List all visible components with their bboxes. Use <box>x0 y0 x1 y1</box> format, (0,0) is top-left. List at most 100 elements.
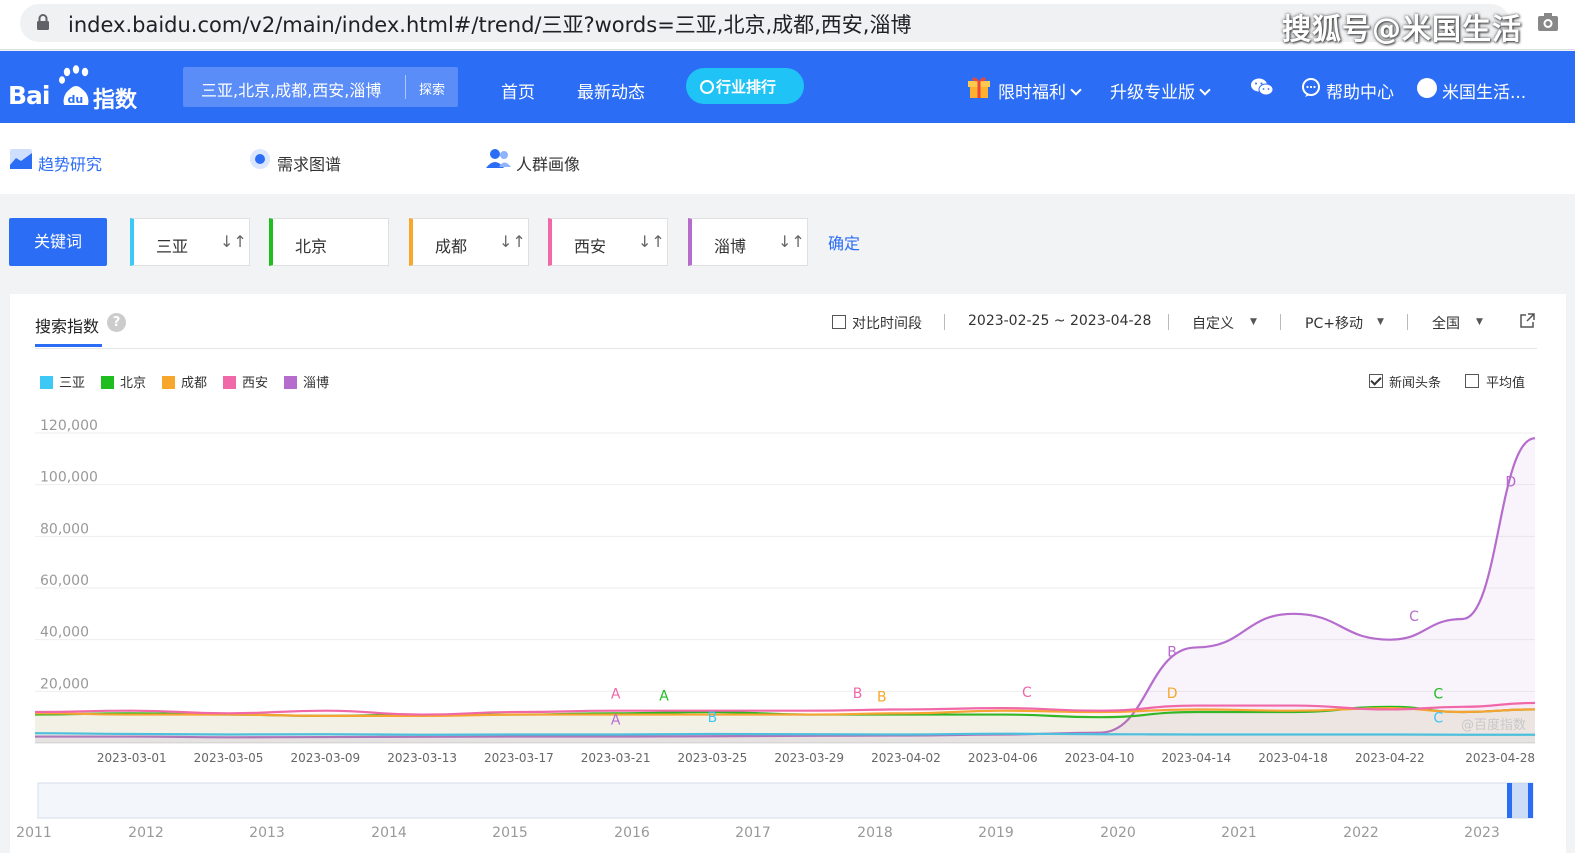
news-annotation-marker[interactable]: D <box>1167 686 1178 702</box>
upgrade-label: 升级专业版 <box>1110 83 1195 103</box>
logo-text: Bai <box>8 81 50 110</box>
overview-year-label: 2023 <box>1464 825 1500 841</box>
nav-news[interactable]: 最新动态 <box>577 78 645 103</box>
nav-industry-rank-button[interactable]: 行业排行 <box>686 68 804 104</box>
x-tick-label: 2023-03-13 <box>387 751 457 765</box>
x-tick-label: 2023-04-22 <box>1355 751 1425 765</box>
news-annotation-marker[interactable]: A <box>611 713 621 729</box>
overview-year-label: 2016 <box>614 825 650 841</box>
explore-button[interactable]: 探索 <box>419 79 445 98</box>
x-tick-label: 2023-04-14 <box>1161 751 1231 765</box>
news-annotation-marker[interactable]: D <box>1505 474 1516 490</box>
nav-limited-benefit[interactable]: 限时福利 <box>998 78 1082 103</box>
overview-year-label: 2022 <box>1343 825 1379 841</box>
keyword-box[interactable]: 三亚 ↓↑ <box>130 218 250 266</box>
tab-trend-research[interactable]: 趋势研究 <box>38 151 102 175</box>
keyword-box[interactable]: 淄博 ↓↑ <box>688 218 808 266</box>
keyword-box[interactable]: 北京 <box>269 218 389 266</box>
y-tick-label: 60,000 <box>40 573 89 589</box>
camera-icon <box>1538 13 1558 31</box>
search-divider <box>405 75 406 99</box>
keyword-label: 成都 <box>435 237 468 256</box>
svg-text:du: du <box>68 93 84 106</box>
x-tick-label: 2023-04-28 <box>1465 751 1535 765</box>
news-annotation-marker[interactable]: B <box>708 710 718 726</box>
search-input[interactable]: 三亚,北京,成都,西安,淄博 <box>201 77 381 101</box>
user-name[interactable]: 米国生活... <box>1442 78 1526 103</box>
overview-year-label: 2018 <box>857 825 893 841</box>
demand-map-icon <box>250 149 270 169</box>
news-annotation-marker[interactable]: B <box>853 686 863 702</box>
chevron-down-icon <box>1070 84 1082 96</box>
y-tick-label: 80,000 <box>40 521 89 537</box>
search-index-panel: 搜索指数 ? 对比时间段 2023-02-25 ~ 2023-04-28 自定义… <box>10 294 1566 853</box>
series-area-zibo <box>35 438 1535 743</box>
sort-icon[interactable]: ↓↑ <box>220 232 247 251</box>
nav-help-center[interactable]: 帮助中心 <box>1326 78 1394 103</box>
keyword-label: 西安 <box>574 237 607 256</box>
x-tick-label: 2023-03-01 <box>97 751 167 765</box>
news-annotation-marker[interactable]: A <box>611 687 621 703</box>
url-text[interactable]: index.baidu.com/v2/main/index.html#/tren… <box>68 9 912 39</box>
sort-icon[interactable]: ↓↑ <box>638 232 665 251</box>
wechat-icon[interactable] <box>1251 78 1273 96</box>
keyword-label: 北京 <box>295 237 328 256</box>
news-annotation-marker[interactable]: B <box>1167 645 1177 661</box>
nav-upgrade-pro[interactable]: 升级专业版 <box>1110 78 1211 103</box>
overview-year-label: 2017 <box>735 825 771 841</box>
overview-navigator <box>37 782 1534 819</box>
tab-crowd-profile[interactable]: 人群画像 <box>516 151 580 175</box>
y-tick-label: 120,000 <box>40 418 98 434</box>
x-tick-label: 2023-03-17 <box>484 751 554 765</box>
keyword-box[interactable]: 西安 ↓↑ <box>548 218 668 266</box>
keyword-search-box[interactable]: 三亚,北京,成都,西安,淄博 探索 <box>183 67 458 107</box>
x-tick-label: 2023-03-25 <box>678 751 748 765</box>
paw-icon: du <box>59 65 89 106</box>
sort-icon[interactable]: ↓↑ <box>499 232 526 251</box>
x-tick-label: 2023-04-18 <box>1258 751 1328 765</box>
keyword-button[interactable]: 关键词 <box>9 218 107 266</box>
x-tick-label: 2023-03-21 <box>581 751 651 765</box>
confirm-button[interactable]: 确定 <box>828 230 860 254</box>
sub-tabs: 趋势研究 需求图谱 人群画像 <box>0 123 1575 194</box>
x-tick-label: 2023-03-09 <box>290 751 360 765</box>
news-annotation-marker[interactable]: A <box>659 689 669 705</box>
help-center-icon <box>1302 78 1320 97</box>
tab-demand-map[interactable]: 需求图谱 <box>277 151 341 175</box>
news-annotation-marker[interactable]: B <box>877 690 887 706</box>
top-navbar: Bai du 指数 三亚,北京,成都,西安,淄博 探索 首页 最新动态 行业排行… <box>0 51 1575 123</box>
keyword-label: 三亚 <box>156 237 189 256</box>
keyword-box[interactable]: 成都 ↓↑ <box>409 218 529 266</box>
trend-chart-icon <box>10 149 32 169</box>
y-tick-label: 20,000 <box>40 676 89 692</box>
overview-year-label: 2013 <box>249 825 285 841</box>
x-tick-label: 2023-03-29 <box>774 751 844 765</box>
news-annotation-marker[interactable]: C <box>1409 609 1419 625</box>
news-annotation-marker[interactable]: C <box>1433 686 1443 702</box>
overview-year-label: 2020 <box>1100 825 1136 841</box>
x-tick-label: 2023-03-05 <box>194 751 264 765</box>
x-tick-label: 2023-04-10 <box>1065 751 1135 765</box>
search-index-chart[interactable]: 20,000 40,000 60,000 80,000 100,000 120,000 20… <box>10 294 1566 853</box>
baidu-index-logo[interactable]: Bai du 指数 <box>8 65 138 113</box>
news-annotation-marker[interactable]: C <box>1433 711 1443 727</box>
overview-year-label: 2015 <box>492 825 528 841</box>
overview-year-label: 2021 <box>1221 825 1257 841</box>
overview-year-label: 2014 <box>371 825 407 841</box>
user-avatar[interactable] <box>1417 78 1437 98</box>
overview-year-label: 2019 <box>978 825 1014 841</box>
y-tick-label: 100,000 <box>40 470 98 486</box>
y-tick-label: 40,000 <box>40 625 89 641</box>
overview-handle-left[interactable] <box>1507 783 1512 818</box>
watermark-text: 搜狐号@米国生活 <box>1282 12 1523 46</box>
nav-home[interactable]: 首页 <box>501 78 535 103</box>
news-annotation-marker[interactable]: C <box>1022 685 1032 701</box>
x-tick-label: 2023-04-02 <box>871 751 941 765</box>
sort-icon[interactable]: ↓↑ <box>778 232 805 251</box>
crowd-profile-icon <box>486 149 511 168</box>
overview-year-label: 2012 <box>128 825 164 841</box>
overview-year-label: 2011 <box>16 825 52 841</box>
overview-handle-right[interactable] <box>1528 783 1533 818</box>
logo-subtitle: 指数 <box>93 88 138 113</box>
series-area <box>35 702 1535 743</box>
